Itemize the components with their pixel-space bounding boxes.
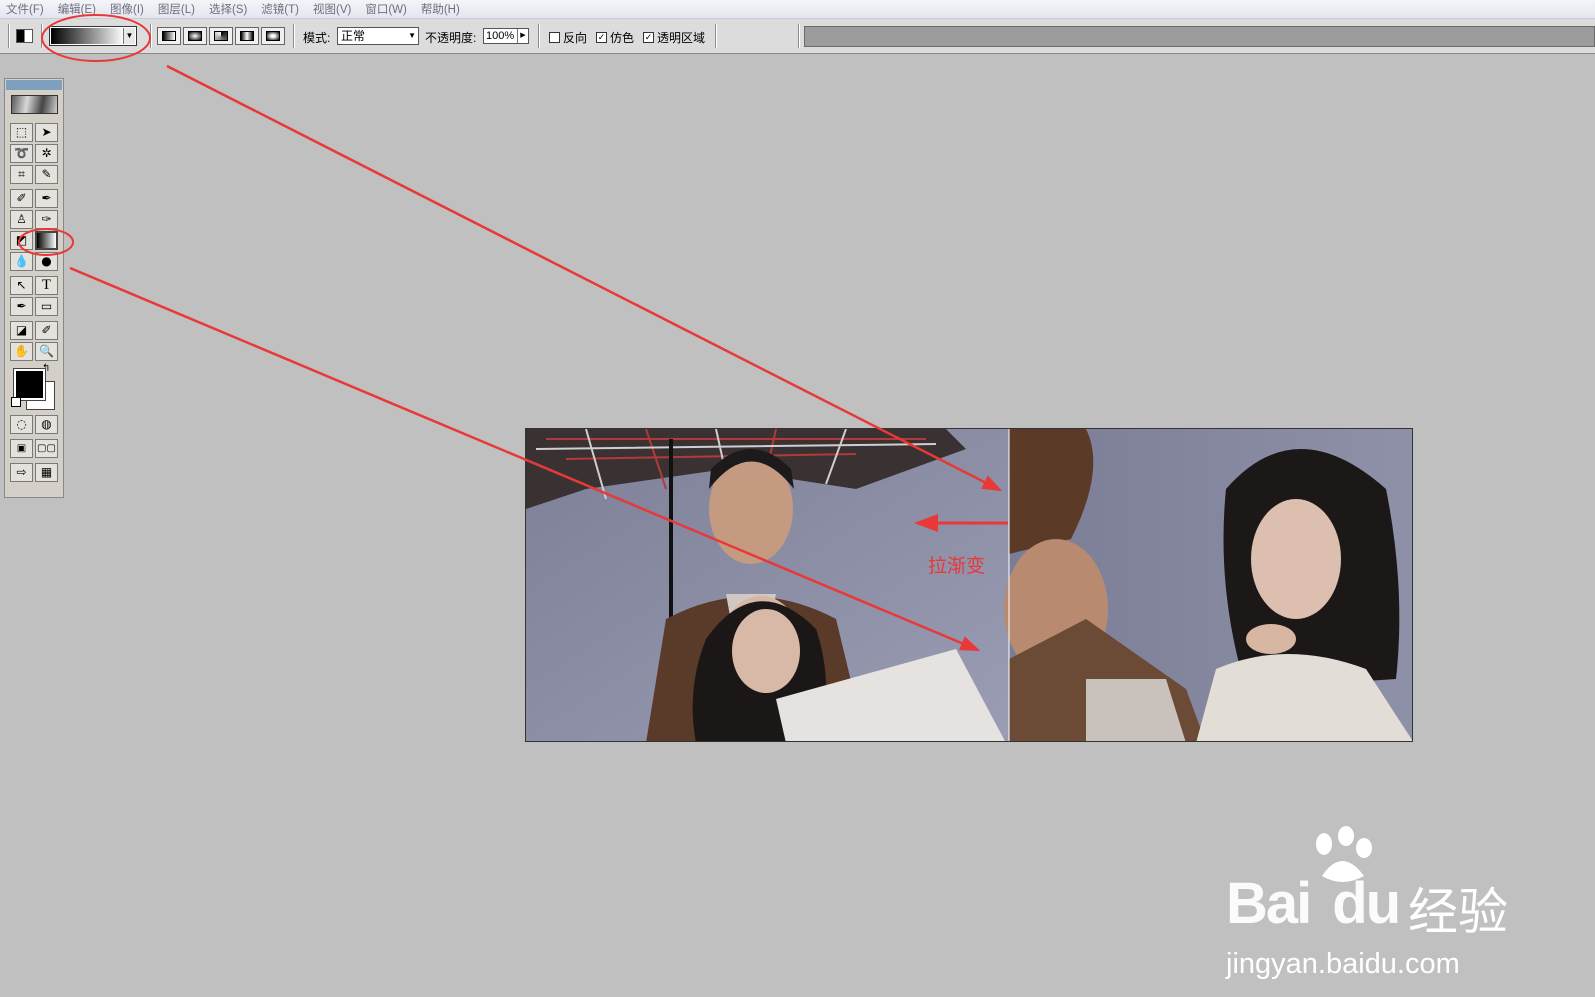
document-canvas[interactable] [525, 428, 1413, 742]
checkmark-icon: ✓ [596, 32, 607, 43]
linear-gradient-button[interactable] [157, 27, 181, 45]
opacity-field[interactable]: 100% ▶ [483, 28, 529, 44]
blur-tool-icon[interactable]: 💧 [10, 252, 33, 271]
reverse-label: 反向 [563, 31, 588, 45]
menu-view[interactable]: 视图(V) [313, 1, 351, 17]
menu-select[interactable]: 选择(S) [209, 1, 247, 17]
diamond-gradient-button[interactable] [261, 27, 285, 45]
transparency-label: 透明区域 [657, 31, 706, 45]
chevron-down-icon: ▼ [408, 31, 416, 40]
gradient-picker[interactable]: ▼ [49, 26, 137, 46]
dither-checkbox[interactable]: ✓ 仿色 [596, 29, 634, 46]
type-tool-icon[interactable]: T [35, 276, 58, 295]
move-tool-icon[interactable]: ➤ [35, 123, 58, 142]
hand-tool-icon[interactable]: ✋ [10, 342, 33, 361]
imageready-icon[interactable]: ▦ [35, 463, 58, 482]
quick-mask-mode-icon[interactable]: ◍ [35, 415, 58, 434]
gradient-preview [51, 28, 124, 44]
foreground-color-swatch[interactable] [13, 368, 46, 401]
watermark-url: jingyan.baidu.com [1226, 948, 1460, 980]
default-colors-icon[interactable] [11, 397, 21, 407]
options-separator [8, 24, 10, 48]
options-separator [538, 24, 540, 48]
toolbox-title-bar[interactable] [6, 80, 62, 90]
brush-tool-icon[interactable]: ✒ [35, 189, 58, 208]
slice-tool-icon[interactable]: ✎ [35, 165, 58, 184]
menu-help[interactable]: 帮助(H) [421, 1, 460, 17]
annotation-arrow [166, 64, 1003, 492]
photo-composite [526, 429, 1412, 741]
standard-mode-icon[interactable]: ◌ [10, 415, 33, 434]
transparency-checkbox[interactable]: ✓ 透明区域 [643, 29, 705, 46]
checkmark-icon: ✓ [643, 32, 654, 43]
menu-filter[interactable]: 滤镜(T) [261, 1, 299, 17]
notes-tool-icon[interactable]: ◪ [10, 321, 33, 340]
magic-wand-tool-icon[interactable]: ✲ [35, 144, 58, 163]
path-selection-tool-icon[interactable]: ↖ [10, 276, 33, 295]
checkbox-box [549, 32, 560, 43]
angle-gradient-button[interactable] [209, 27, 233, 45]
opacity-value: 100% [486, 30, 515, 42]
eraser-tool-icon[interactable]: ◩ [10, 231, 33, 250]
dither-label: 仿色 [610, 31, 635, 45]
menu-bar: 文件(F) 编辑(E) 图像(I) 图层(L) 选择(S) 滤镜(T) 视图(V… [0, 0, 1595, 19]
gradient-tool-icon[interactable] [35, 231, 58, 250]
mode-select[interactable]: 正常 ▼ [337, 27, 419, 45]
pen-tool-icon[interactable]: ✒ [10, 297, 33, 316]
zoom-tool-icon[interactable]: 🔍 [35, 342, 58, 361]
watermark-brand-cn: 经验 [1408, 883, 1508, 941]
chevron-down-icon[interactable]: ▼ [123, 28, 135, 44]
annotation-label: 拉渐变 [928, 555, 986, 577]
feather-logo-icon[interactable] [11, 95, 58, 114]
options-separator [798, 24, 800, 48]
menu-image[interactable]: 图像(I) [110, 1, 144, 17]
screen-mode-full-icon[interactable]: ▢▢ [35, 439, 58, 458]
healing-brush-tool-icon[interactable]: ✐ [10, 189, 33, 208]
dodge-tool-icon[interactable]: ● [35, 252, 58, 271]
radial-gradient-button[interactable] [183, 27, 207, 45]
stamp-tool-icon[interactable]: ♙ [10, 210, 33, 229]
mode-label: 模式: [303, 31, 331, 45]
swap-colors-icon[interactable]: ↰ [42, 363, 50, 374]
history-brush-tool-icon[interactable]: ✑ [35, 210, 58, 229]
reflected-gradient-button[interactable] [235, 27, 259, 45]
mode-value: 正常 [341, 29, 366, 43]
palette-well[interactable] [804, 26, 1595, 47]
watermark-brand: Bai du [1226, 871, 1401, 936]
jump-to-imageready-icon[interactable]: ⇨ [10, 463, 33, 482]
opacity-label: 不透明度: [425, 31, 477, 45]
options-bar: ▼ 模式: 正常 ▼ 不透明度: 100% ▶ 反向 ✓ 仿色 ✓ 透明区域 [0, 19, 1595, 54]
options-separator [41, 24, 43, 48]
options-separator [715, 24, 717, 48]
chevron-right-icon[interactable]: ▶ [517, 29, 528, 43]
eyedropper-tool-icon[interactable]: ✐ [35, 321, 58, 340]
lasso-tool-icon[interactable]: ➰ [10, 144, 33, 163]
menu-file[interactable]: 文件(F) [6, 1, 44, 17]
screen-mode-standard-icon[interactable]: ▣ [10, 439, 33, 458]
marquee-tool-icon[interactable]: ⬚ [10, 123, 33, 142]
baidu-jingyan-watermark: Bai du 经验 jingyan.baidu.com [1226, 826, 1526, 980]
shape-tool-icon[interactable]: ▭ [35, 297, 58, 316]
crop-tool-icon[interactable]: ⌗ [10, 165, 33, 184]
toolbox: ⬚ ➤ ➰ ✲ ⌗ ✎ ✐ ✒ ♙ ✑ ◩ 💧 ● ↖ T ✒ ▭ ◪ ✐ ✋ … [4, 78, 64, 498]
options-separator [150, 24, 152, 48]
menu-layer[interactable]: 图层(L) [158, 1, 195, 17]
reverse-checkbox[interactable]: 反向 [549, 29, 587, 46]
menu-window[interactable]: 窗口(W) [365, 1, 407, 17]
menu-edit[interactable]: 编辑(E) [58, 1, 96, 17]
options-separator [293, 24, 295, 48]
tool-preset-picker[interactable] [16, 29, 33, 43]
